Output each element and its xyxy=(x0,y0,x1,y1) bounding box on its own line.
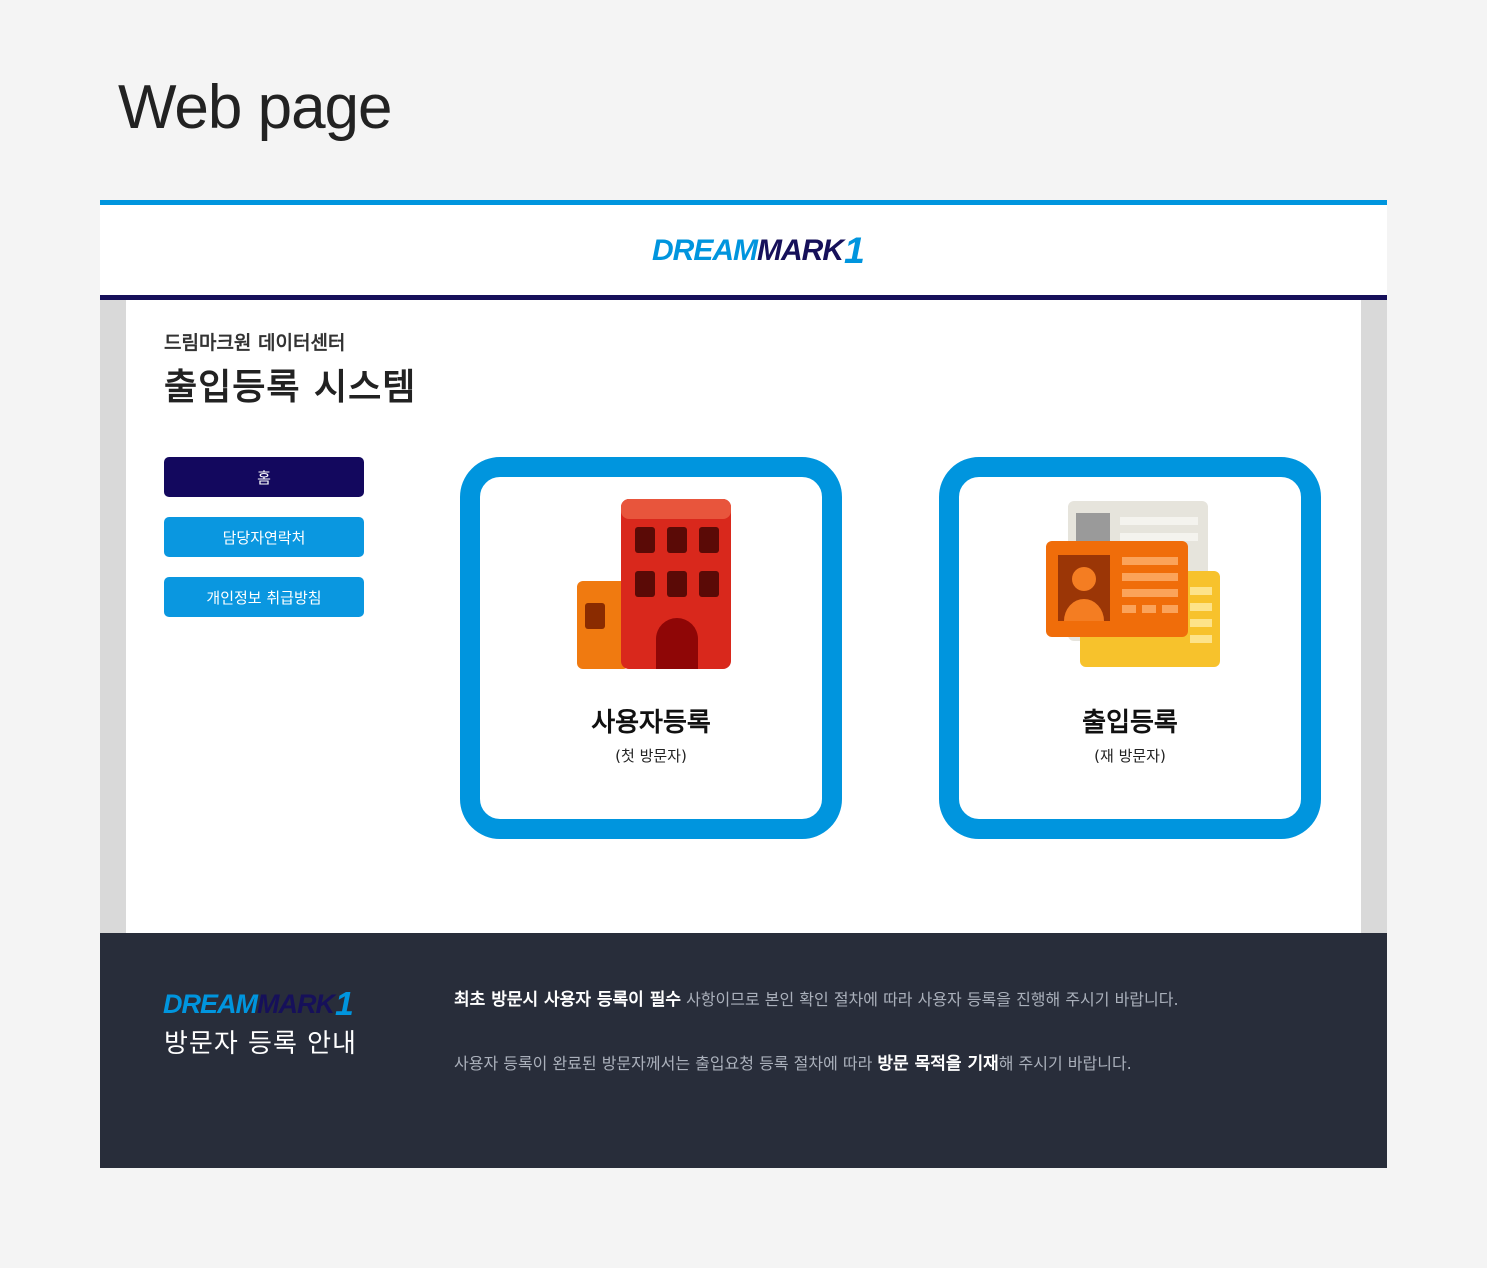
logo-text-dream: DREAM xyxy=(163,989,258,1019)
page-heading: Web page xyxy=(118,73,393,142)
web-page-frame: DREAM MARK 1 드림마크원 데이터센터 출입등록 시스템 홈 담당자연… xyxy=(100,200,1387,1168)
dreammark1-logo[interactable]: DREAM MARK 1 xyxy=(652,229,865,272)
notice-revisit-bold: 방문 목적을 기재 xyxy=(877,1054,999,1074)
logo-text-one: 1 xyxy=(335,985,354,1023)
entry-registration-card[interactable]: 출입등록 (재 방문자) xyxy=(939,457,1321,839)
notice-first-visit-rest: 사항이므로 본인 확인 절차에 따라 사용자 등록을 진행해 주시기 바랍니다. xyxy=(681,990,1179,1009)
logo-text-one: 1 xyxy=(844,229,865,271)
entry-registration-subtitle: (재 방문자) xyxy=(1094,747,1166,765)
user-registration-card[interactable]: 사용자등록 (첫 방문자) xyxy=(460,457,842,839)
contact-button[interactable]: 담당자연락처 xyxy=(164,517,364,557)
building-icon xyxy=(571,495,731,675)
site-footer: DREAM MARK 1 방문자 등록 안내 최초 방문시 사용자 등록이 필수… xyxy=(100,933,1387,1168)
page-subtitle: 드림마크원 데이터센터 xyxy=(164,332,346,354)
privacy-policy-button[interactable]: 개인정보 취급방침 xyxy=(164,577,364,617)
page-title: 출입등록 시스템 xyxy=(164,367,417,408)
footer-logo: DREAM MARK 1 xyxy=(163,985,354,1024)
notice-revisit: 사용자 등록이 완료된 방문자께서는 출입요청 등록 절차에 따라 방문 목적을… xyxy=(454,1049,1132,1074)
user-registration-subtitle: (첫 방문자) xyxy=(615,747,687,765)
footer-title: 방문자 등록 안내 xyxy=(164,1029,357,1059)
logo-text-mark: MARK xyxy=(757,233,844,267)
notice-first-visit-bold: 최초 방문시 사용자 등록이 필수 xyxy=(454,990,681,1010)
main-content: 드림마크원 데이터센터 출입등록 시스템 홈 담당자연락처 개인정보 취급방침 xyxy=(126,300,1361,933)
logo-text-mark: MARK xyxy=(257,989,335,1019)
home-button[interactable]: 홈 xyxy=(164,457,364,497)
notice-revisit-pre: 사용자 등록이 완료된 방문자께서는 출입요청 등록 절차에 따라 xyxy=(454,1054,878,1073)
notice-revisit-post: 해 주시기 바랍니다. xyxy=(998,1054,1132,1073)
entry-registration-title: 출입등록 xyxy=(1082,708,1178,738)
logo-text-dream: DREAM xyxy=(652,233,758,267)
id-card-icon xyxy=(1040,495,1220,675)
user-registration-title: 사용자등록 xyxy=(591,708,711,738)
notice-first-visit: 최초 방문시 사용자 등록이 필수 사항이므로 본인 확인 절차에 따라 사용자… xyxy=(454,985,1179,1010)
site-header: DREAM MARK 1 xyxy=(100,205,1387,300)
